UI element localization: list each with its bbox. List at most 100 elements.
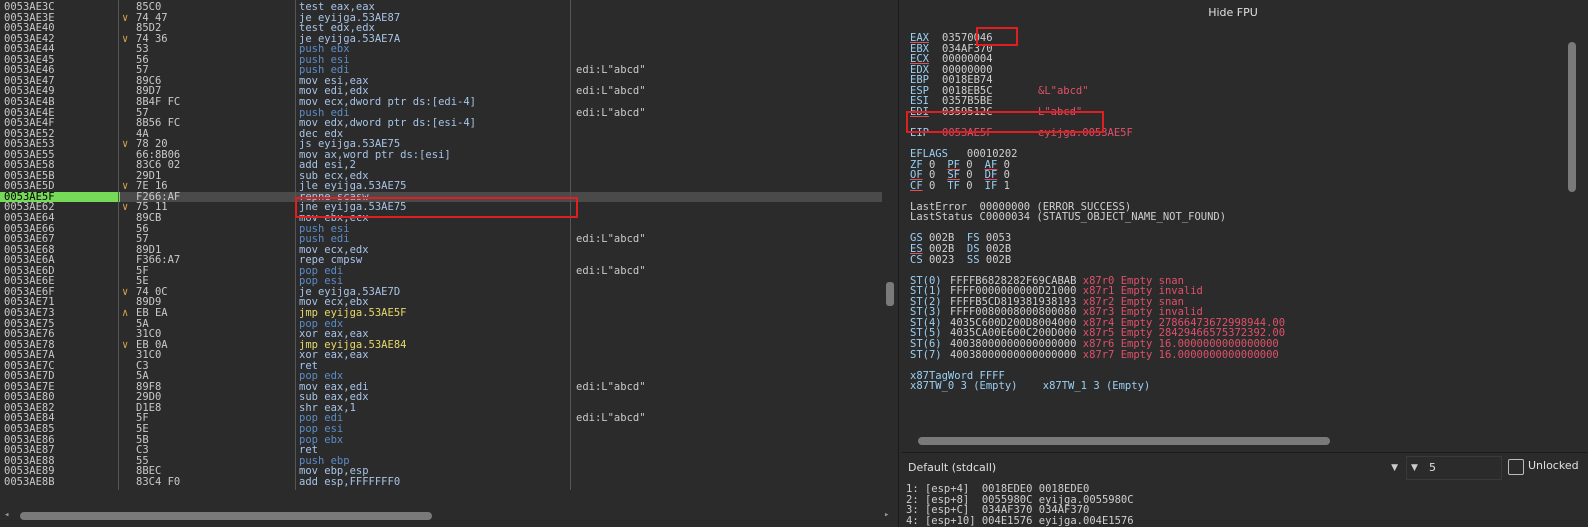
disassembly-row[interactable]: 0053AE4B 8B4F FC mov ecx,dword ptr ds:[edi…: [0, 97, 882, 108]
disassembly-row[interactable]: 0053AE6F ∨ 74 0C je eyijga.53AE7D: [0, 287, 882, 298]
unlocked-checkbox[interactable]: [1508, 459, 1524, 475]
disassembly-row[interactable]: 0053AE6A F366:A7 repe cmpsw: [0, 255, 882, 266]
disassembly-row[interactable]: 0053AE5B 29D1 sub ecx,edx: [0, 171, 882, 182]
disassembly-row[interactable]: 0053AE76 31C0 xor eax,eax: [0, 329, 882, 340]
instruction-text[interactable]: test eax,eax: [299, 2, 375, 13]
disassembly-row[interactable]: 0053AE4F 8B56 FC mov edx,dword ptr ds:[esi…: [0, 118, 882, 129]
instruction-comment[interactable]: edi:L"abcd": [576, 86, 646, 97]
hide-fpu-button[interactable]: Hide FPU: [902, 6, 1564, 19]
registers-horizontal-scrollbar[interactable]: [918, 437, 1330, 445]
disassembly-row[interactable]: 0053AE89 8BEC mov ebp,esp: [0, 466, 882, 477]
disassembly-row[interactable]: 0053AE75 5A pop edx: [0, 318, 882, 330]
disassembly-row[interactable]: 0053AE71 89D9 mov ecx,ebx: [0, 297, 882, 308]
disassembly-vertical-scrollbar[interactable]: [884, 0, 896, 490]
instruction-comment[interactable]: edi:L"abcd": [576, 65, 646, 76]
disassembly-pane[interactable]: 0053AE3C 85C0 test eax,eax 0053AE3E ∨ 74 47 je…: [0, 0, 899, 527]
disassembly-row[interactable]: 0053AE3C 85C0 test eax,eax: [0, 2, 882, 13]
argument-count-spinbox[interactable]: ▼ 5: [1406, 456, 1502, 480]
instruction-address[interactable]: 0053AE4B: [4, 97, 116, 108]
disassembly-row[interactable]: 0053AE66 56 push esi: [0, 224, 882, 235]
instruction-text[interactable]: jmp eyijga.53AE5F: [299, 308, 406, 319]
instruction-comment[interactable]: edi:L"abcd": [576, 107, 646, 119]
instruction-comment[interactable]: edi:L"abcd": [576, 382, 646, 393]
disassembly-row[interactable]: 0053AE88 55 push ebp: [0, 456, 882, 467]
stack-argument-row[interactable]: 3: [esp+C] 034AF370 034AF370: [906, 505, 1089, 516]
disassembly-row[interactable]: 0053AE8B 83C4 F0 add esp,FFFFFFF0: [0, 477, 882, 488]
instruction-bytes: 83C4 F0: [136, 475, 181, 488]
instruction-address[interactable]: 0053AE64: [4, 213, 116, 224]
scroll-left-icon[interactable]: ◂: [4, 510, 9, 520]
chevron-down-icon[interactable]: ▼: [1391, 458, 1398, 478]
disassembly-row[interactable]: 0053AE84 5F pop edi edi:L"abcd": [0, 413, 882, 424]
jump-direction-icon: ∨: [122, 138, 129, 151]
disassembly-row[interactable]: 0053AE3E ∨ 74 47 je eyijga.53AE87: [0, 13, 882, 24]
flag-name[interactable]: CF: [910, 180, 923, 192]
disassembly-row[interactable]: 0053AE7D 5A pop edx: [0, 371, 882, 382]
disassembly-row[interactable]: 0053AE7A 31C0 xor eax,eax: [0, 350, 882, 361]
segment-register-name[interactable]: SS: [967, 254, 980, 266]
instruction-comment[interactable]: edi:L"abcd": [576, 413, 646, 424]
disassembly-row[interactable]: 0053AE82 D1E8 shr eax,1: [0, 403, 882, 414]
instruction-address[interactable]: 0053AE73: [4, 308, 116, 319]
instruction-text[interactable]: mov ecx,dword ptr ds:[edi-4]: [299, 97, 476, 108]
flag-value[interactable]: 0: [923, 180, 935, 192]
registers-pane[interactable]: Hide FPU EAX 03570046 EBX 034AF370 ECX 000000…: [902, 0, 1588, 452]
instruction-address[interactable]: 0053AE4F: [4, 118, 116, 129]
register-name[interactable]: EAX: [910, 33, 942, 44]
fpu-register-name[interactable]: ST(7): [910, 349, 950, 361]
instruction-comment[interactable]: edi:L"abcd": [576, 234, 646, 245]
fpu-register-value[interactable]: 40038000000000000000: [950, 349, 1083, 361]
disassembly-row[interactable]: 0053AE87 C3 ret: [0, 445, 882, 456]
instruction-comment[interactable]: edi:L"abcd": [576, 266, 646, 277]
segment-register-value[interactable]: 0023: [923, 254, 967, 266]
registers-vertical-scrollbar[interactable]: [1566, 28, 1578, 448]
flag-name[interactable]: TF: [947, 180, 960, 192]
disassembly-row[interactable]: 0053AE47 89C6 mov esi,eax: [0, 76, 882, 87]
disassembly-row[interactable]: 0053AE58 83C6 02 add esi,2: [0, 160, 882, 171]
instruction-address[interactable]: 0053AE8B: [4, 477, 116, 488]
instruction-text[interactable]: xor eax,eax: [299, 329, 369, 340]
flag-value[interactable]: 1: [997, 180, 1010, 192]
disassembly-row[interactable]: 0053AE78 ∨ EB 0A jmp eyijga.53AE84: [0, 340, 882, 351]
instruction-address[interactable]: 0053AE76: [4, 329, 116, 340]
disassembly-row[interactable]: 0053AE7E 89F8 mov eax,edi edi:L"abcd": [0, 382, 882, 393]
disassembly-row[interactable]: 0053AE45 56 push esi: [0, 55, 882, 66]
instruction-address[interactable]: 0053AE85: [4, 424, 116, 435]
disassembly-row[interactable]: 0053AE42 ∨ 74 36 je eyijga.53AE7A: [0, 34, 882, 45]
disassembly-row[interactable]: 0053AE55 66:8B06 mov ax,word ptr ds:[esi]: [0, 150, 882, 161]
stack-arguments-pane[interactable]: 1: [esp+4] 0018EDE0 0018EDE0 2: [esp+8] 0…: [902, 483, 1588, 527]
disassembly-row[interactable]: 0053AE68 89D1 mov ecx,edx: [0, 245, 882, 256]
disassembly-row[interactable]: 0053AE67 57 push edi edi:L"abcd": [0, 234, 882, 245]
scrollbar-thumb[interactable]: [886, 282, 894, 306]
disassembly-horizontal-scrollbar[interactable]: ◂ ▸: [0, 509, 898, 523]
disassembly-row[interactable]: 0053AE46 57 push edi edi:L"abcd": [0, 65, 882, 76]
instruction-text[interactable]: mov edx,dword ptr ds:[esi-4]: [299, 118, 476, 129]
flag-name[interactable]: IF: [985, 180, 998, 192]
disassembly-row[interactable]: 0053AE6D 5F pop edi edi:L"abcd": [0, 266, 882, 277]
fpu-register-name[interactable]: ST(6): [910, 339, 950, 350]
disassembly-row[interactable]: 0053AE7C C3 ret: [0, 361, 882, 372]
instruction-address[interactable]: 0053AE3C: [4, 2, 116, 13]
stack-argument-row[interactable]: 1: [esp+4] 0018EDE0 0018EDE0: [906, 484, 1089, 495]
stack-argument-row[interactable]: 4: [esp+10] 004E1576 eyijga.004E1576: [906, 515, 1134, 527]
disassembly-row[interactable]: 0053AE5D ∨ 7E 16 jle eyijga.53AE75: [0, 181, 882, 192]
segment-register-name[interactable]: CS: [910, 254, 923, 266]
flag-value[interactable]: 0: [960, 180, 972, 192]
scrollbar-thumb[interactable]: [20, 512, 432, 520]
disassembly-row[interactable]: 0053AE44 53 push ebx: [0, 44, 882, 55]
chevron-down-icon[interactable]: ▼: [1411, 457, 1418, 479]
disassembly-row[interactable]: 0053AE73 ∧ EB EA jmp eyijga.53AE5F: [0, 308, 882, 319]
disassembly-row[interactable]: 0053AE6E 5E pop esi: [0, 276, 882, 287]
scrollbar-thumb[interactable]: [1568, 42, 1576, 192]
instruction-text[interactable]: pop esi: [299, 424, 343, 435]
calling-convention-select[interactable]: Default (stdcall) ▼: [906, 458, 1402, 478]
disassembly-row[interactable]: 0053AE40 85D2 test edx,edx: [0, 23, 882, 34]
scroll-right-icon[interactable]: ▸: [884, 510, 889, 520]
disassembly-row[interactable]: 0053AE52 4A dec edx: [0, 129, 882, 140]
instruction-text[interactable]: add esp,FFFFFFF0: [299, 477, 400, 488]
disassembly-row[interactable]: 0053AE80 29D0 sub eax,edx: [0, 392, 882, 403]
jump-direction-icon: ∨: [122, 285, 129, 298]
disassembly-row[interactable]: 0053AE85 5E pop esi: [0, 424, 882, 435]
disassembly-row[interactable]: 0053AE86 5B pop ebx: [0, 435, 882, 446]
segment-register-value[interactable]: 002B: [980, 254, 1011, 266]
